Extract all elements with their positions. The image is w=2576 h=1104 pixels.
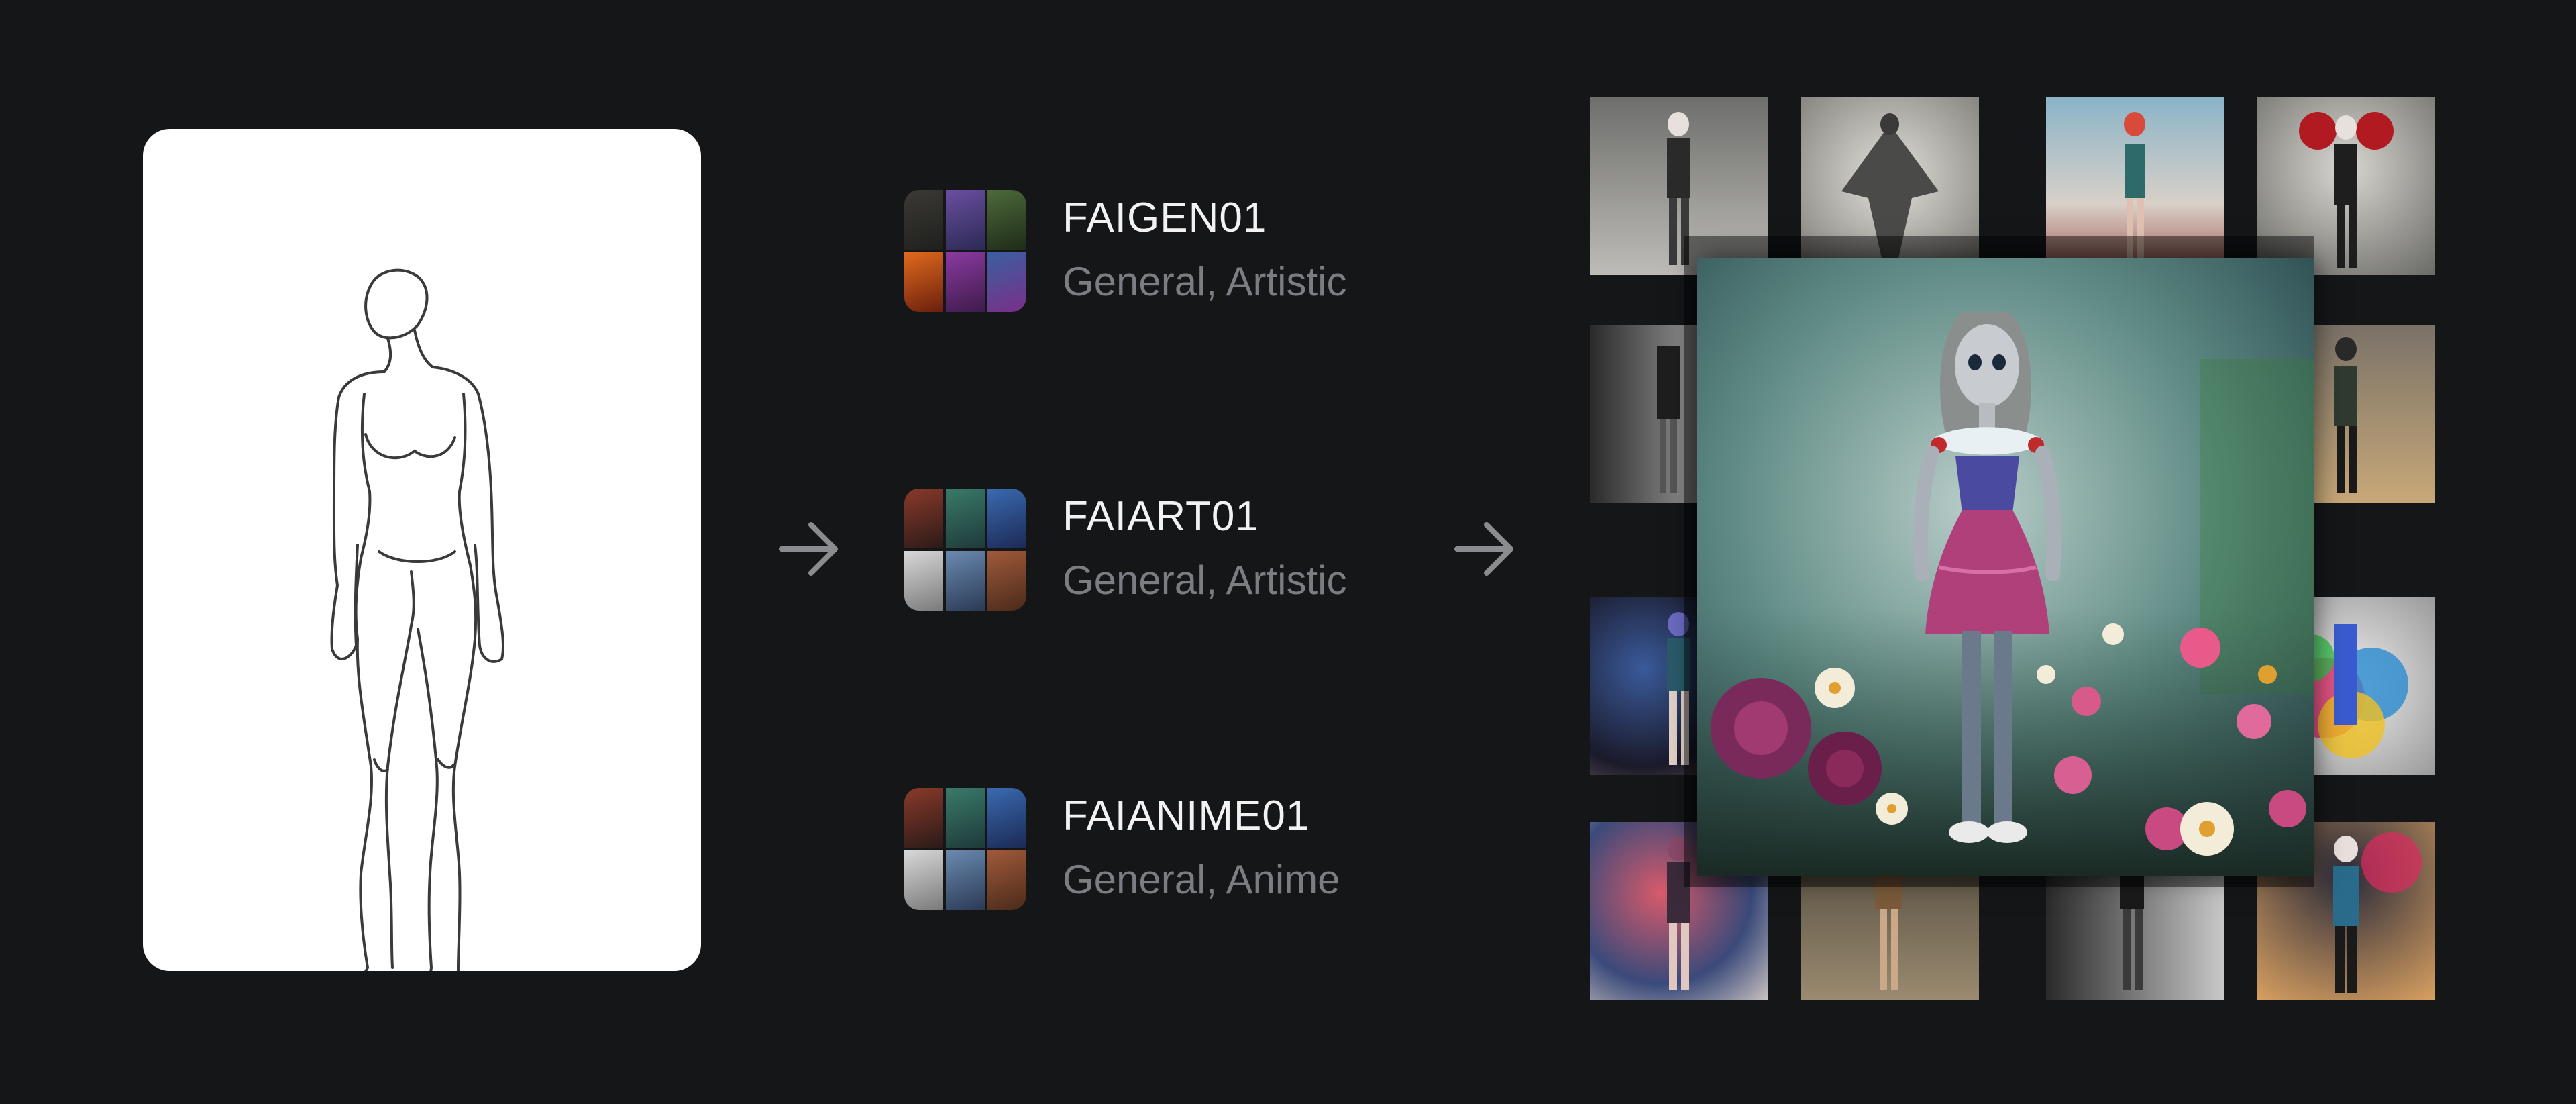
model-name: FAIANIME01 bbox=[1063, 793, 1310, 839]
model-tags: General, Artistic bbox=[1063, 558, 1347, 603]
model-tags: General, Anime bbox=[1063, 857, 1340, 902]
model-thumbnail bbox=[904, 788, 1026, 910]
model-thumbnail bbox=[904, 190, 1026, 312]
input-sketch-card bbox=[143, 129, 701, 971]
arrow-right-icon bbox=[775, 515, 842, 583]
model-item-faiart01[interactable]: FAIART01 General, Artistic bbox=[904, 489, 1441, 623]
figure-sketch-icon bbox=[330, 268, 505, 971]
pipeline-diagram: FAIGEN01 General, Artistic FAIART01 Gene… bbox=[0, 0, 2576, 1104]
model-name: FAIGEN01 bbox=[1063, 195, 1267, 241]
output-gallery bbox=[1590, 97, 2435, 1003]
featured-output-image bbox=[1697, 258, 2314, 876]
arrow-right-icon bbox=[1450, 515, 1517, 583]
model-item-faianime01[interactable]: FAIANIME01 General, Anime bbox=[904, 788, 1441, 922]
model-thumbnail bbox=[904, 489, 1026, 611]
model-item-faigen01[interactable]: FAIGEN01 General, Artistic bbox=[904, 190, 1441, 324]
model-tags: General, Artistic bbox=[1063, 259, 1347, 304]
model-name: FAIART01 bbox=[1063, 493, 1259, 540]
